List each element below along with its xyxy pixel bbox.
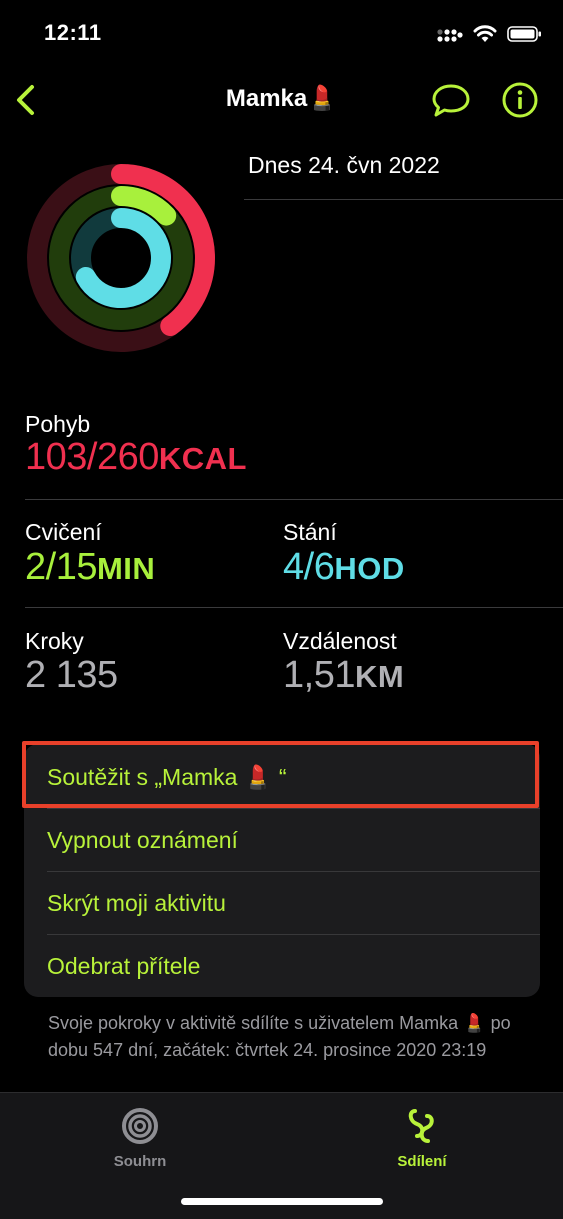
mute-notifications-button[interactable]: Vypnout oznámení (24, 809, 540, 871)
move-value: 103/260KCAL (25, 436, 247, 478)
battery-icon (507, 26, 541, 42)
sharing-info-note: Svoje pokroky v aktivitě sdílíte s uživa… (48, 1013, 511, 1060)
status-time: 12:11 (44, 20, 102, 45)
tab-summary[interactable]: Souhrn (80, 1107, 200, 1170)
message-button[interactable] (430, 80, 472, 120)
stand-label: Stání (283, 519, 337, 545)
status-icons (437, 22, 543, 46)
divider (25, 607, 563, 608)
distance-value: 1,51KM (283, 654, 405, 696)
exercise-value: 2/15MIN (25, 546, 156, 588)
home-indicator (181, 1198, 383, 1205)
menu-item-label: Odebrat přítele (47, 953, 201, 979)
friend-name: Mamka (225, 85, 308, 112)
divider (244, 199, 563, 200)
menu-item-label: Vypnout oznámení (47, 827, 238, 853)
divider (25, 499, 563, 500)
move-label: Pohyb (25, 411, 91, 437)
summary-rings-icon (122, 1108, 158, 1144)
tab-label: Sdílení (397, 1153, 447, 1170)
cellular-signal-icon (437, 29, 463, 42)
stand-value: 4/6HOD (283, 546, 405, 588)
menu-item-label: Skrýt moji aktivitu (47, 890, 226, 916)
date-label: Dnes 24. čvn 2022 (248, 152, 440, 178)
info-button[interactable] (500, 80, 540, 120)
tab-label: Souhrn (113, 1153, 167, 1170)
wifi-icon (473, 25, 497, 42)
distance-label: Vzdálenost (283, 628, 397, 654)
highlight-frame (22, 741, 539, 808)
activity-rings (24, 161, 218, 355)
remove-friend-button[interactable]: Odebrat přítele (24, 935, 540, 997)
sharing-icon (408, 1109, 434, 1143)
exercise-label: Cvičení (25, 519, 102, 545)
speech-bubble-icon (432, 84, 470, 117)
tab-sharing[interactable]: Sdílení (362, 1107, 482, 1170)
hide-activity-button[interactable]: Skrýt moji aktivitu (24, 872, 540, 934)
steps-value: 2 135 (25, 654, 118, 696)
page-title: Mamka💄 (0, 84, 563, 113)
steps-label: Kroky (25, 628, 84, 654)
lipstick-emoji: 💄 (307, 85, 338, 112)
info-icon (502, 82, 538, 118)
